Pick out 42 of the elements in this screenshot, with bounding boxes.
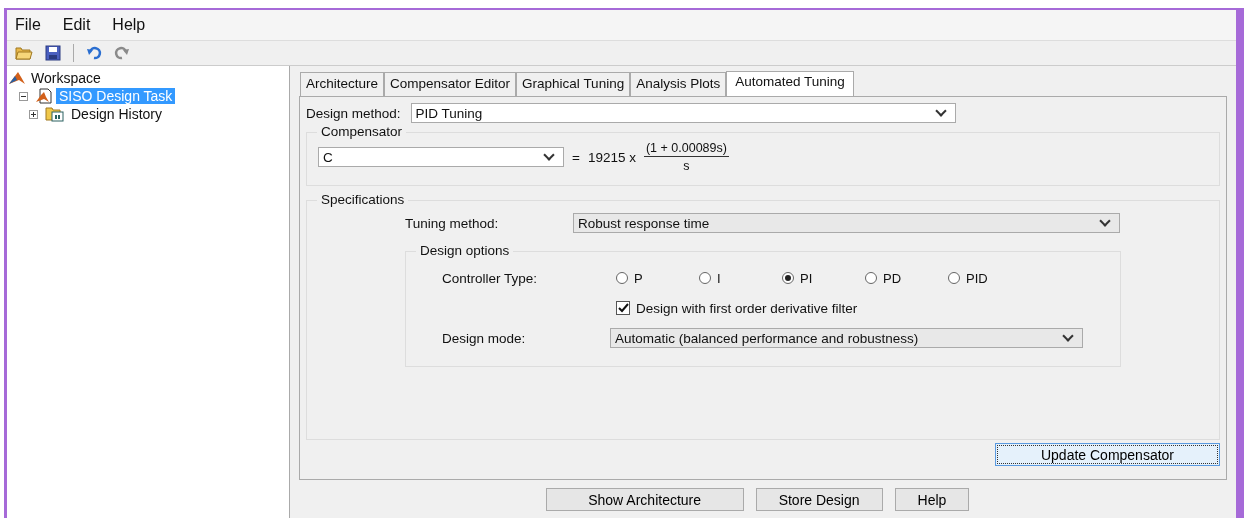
save-icon[interactable] bbox=[45, 45, 61, 61]
group-title: Specifications bbox=[317, 192, 409, 207]
collapse-icon[interactable] bbox=[19, 91, 28, 101]
tab[interactable]: Architecture bbox=[300, 72, 385, 96]
expand-icon[interactable] bbox=[29, 109, 38, 119]
dropdown[interactable]: Automatic (balanced performance and robustness) bbox=[610, 328, 1083, 348]
gain-text: 19215 x bbox=[587, 149, 636, 165]
tree-item[interactable]: Workspace bbox=[28, 70, 104, 86]
dialog-button[interactable]: Store Design bbox=[755, 488, 883, 511]
folder-icon bbox=[45, 106, 65, 122]
menu-item[interactable]: Help bbox=[112, 16, 146, 34]
radio-button[interactable]: PI bbox=[782, 270, 865, 286]
tab[interactable]: Compensator Editor bbox=[384, 72, 517, 96]
field-label: Tuning method: bbox=[405, 215, 500, 231]
radio-button[interactable]: P bbox=[616, 270, 699, 286]
undo-icon[interactable] bbox=[86, 46, 102, 60]
fraction: (1 + 0.00089s) s bbox=[643, 141, 729, 173]
radio-button[interactable]: I bbox=[699, 270, 782, 286]
menu-item[interactable]: File bbox=[15, 16, 41, 34]
folder-icon[interactable] bbox=[15, 45, 33, 61]
tree-item[interactable]: Design History bbox=[68, 106, 166, 122]
radio-button[interactable]: PID bbox=[948, 270, 1031, 286]
tab[interactable]: Automated Tuning bbox=[726, 71, 854, 97]
field-label: Design mode: bbox=[442, 330, 527, 346]
dialog-button[interactable]: Help bbox=[894, 488, 970, 511]
equals-sign: = bbox=[572, 149, 580, 165]
dialog-button[interactable]: Show Architecture bbox=[545, 488, 744, 511]
checkbox[interactable]: Design with first order derivative filter bbox=[616, 300, 858, 316]
group-title: Compensator bbox=[317, 124, 407, 139]
field-label: Design method: bbox=[306, 105, 401, 121]
radio-button[interactable]: PD bbox=[865, 270, 948, 286]
tab[interactable]: Analysis Plots bbox=[630, 72, 727, 96]
group-title: Design options bbox=[416, 243, 514, 258]
dropdown[interactable]: Robust response time bbox=[573, 213, 1120, 233]
tab[interactable]: Graphical Tuning bbox=[516, 72, 631, 96]
dropdown[interactable]: C bbox=[318, 147, 564, 167]
peak-icon bbox=[9, 71, 25, 85]
update-compensator-button[interactable]: Update Compensator bbox=[995, 443, 1220, 466]
field-label: Controller Type: bbox=[442, 270, 539, 286]
dropdown[interactable]: PID Tuning bbox=[410, 103, 956, 123]
document-icon bbox=[35, 88, 53, 104]
menu-item[interactable]: Edit bbox=[62, 16, 91, 34]
